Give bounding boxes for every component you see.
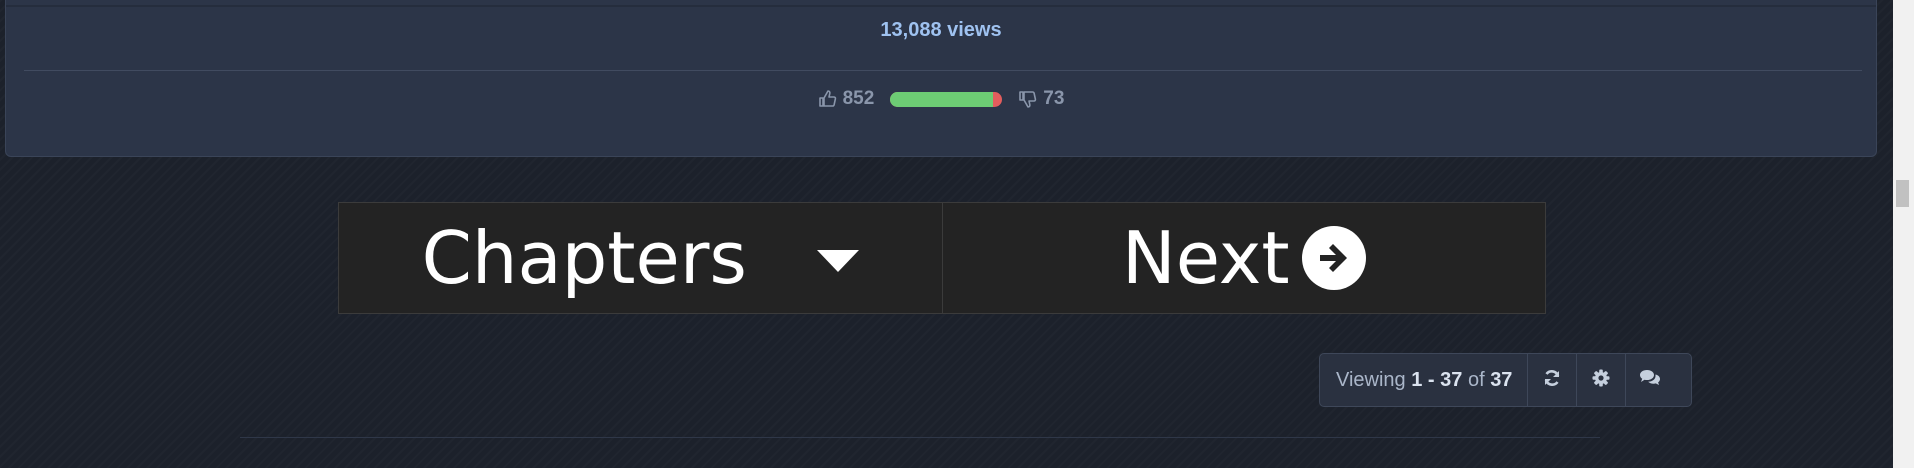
thumbs-down-icon[interactable] bbox=[1018, 89, 1038, 109]
caret-down-icon bbox=[816, 250, 859, 272]
next-label: Next bbox=[1121, 216, 1290, 300]
story-card: 13,088 views 852 73 bbox=[5, 0, 1877, 157]
chapters-dropdown-button[interactable]: Chapters bbox=[339, 203, 942, 313]
card-divider bbox=[24, 70, 1862, 71]
viewing-of: of bbox=[1462, 368, 1491, 391]
scrollbar-thumb[interactable] bbox=[1896, 180, 1909, 207]
rating-bar-likes bbox=[890, 91, 994, 107]
viewing-range: Viewing 1 - 37 of 37 bbox=[1320, 354, 1527, 406]
card-divider-top bbox=[6, 5, 1876, 7]
refresh-button[interactable] bbox=[1527, 354, 1576, 406]
next-chapter-button[interactable]: Next bbox=[941, 203, 1546, 313]
viewing-start: 1 bbox=[1411, 368, 1423, 391]
comments-button[interactable] bbox=[1625, 354, 1674, 406]
chapters-label: Chapters bbox=[421, 216, 747, 300]
comments-toolbar: Viewing 1 - 37 of 37 bbox=[1319, 353, 1692, 407]
gear-icon bbox=[1591, 368, 1611, 393]
scrollbar[interactable] bbox=[1893, 0, 1914, 468]
like-count: 852 bbox=[842, 88, 875, 109]
thumbs-up-icon[interactable] bbox=[818, 89, 838, 109]
viewing-dash: - bbox=[1422, 368, 1441, 391]
dislike-count: 73 bbox=[1043, 88, 1065, 109]
section-divider bbox=[240, 437, 1600, 438]
view-count: 13,088 views bbox=[880, 19, 1002, 41]
arrow-circle-right-icon bbox=[1301, 226, 1366, 290]
rating-bar bbox=[890, 91, 1003, 107]
settings-button[interactable] bbox=[1576, 354, 1625, 406]
refresh-icon bbox=[1542, 368, 1562, 393]
viewing-total: 37 bbox=[1490, 368, 1513, 391]
comments-icon bbox=[1639, 368, 1661, 393]
viewing-end: 37 bbox=[1440, 368, 1463, 391]
chapter-navigation: Chapters Next bbox=[338, 202, 1546, 314]
viewing-prefix: Viewing bbox=[1336, 368, 1412, 391]
rating-row: 852 73 bbox=[6, 85, 1876, 113]
